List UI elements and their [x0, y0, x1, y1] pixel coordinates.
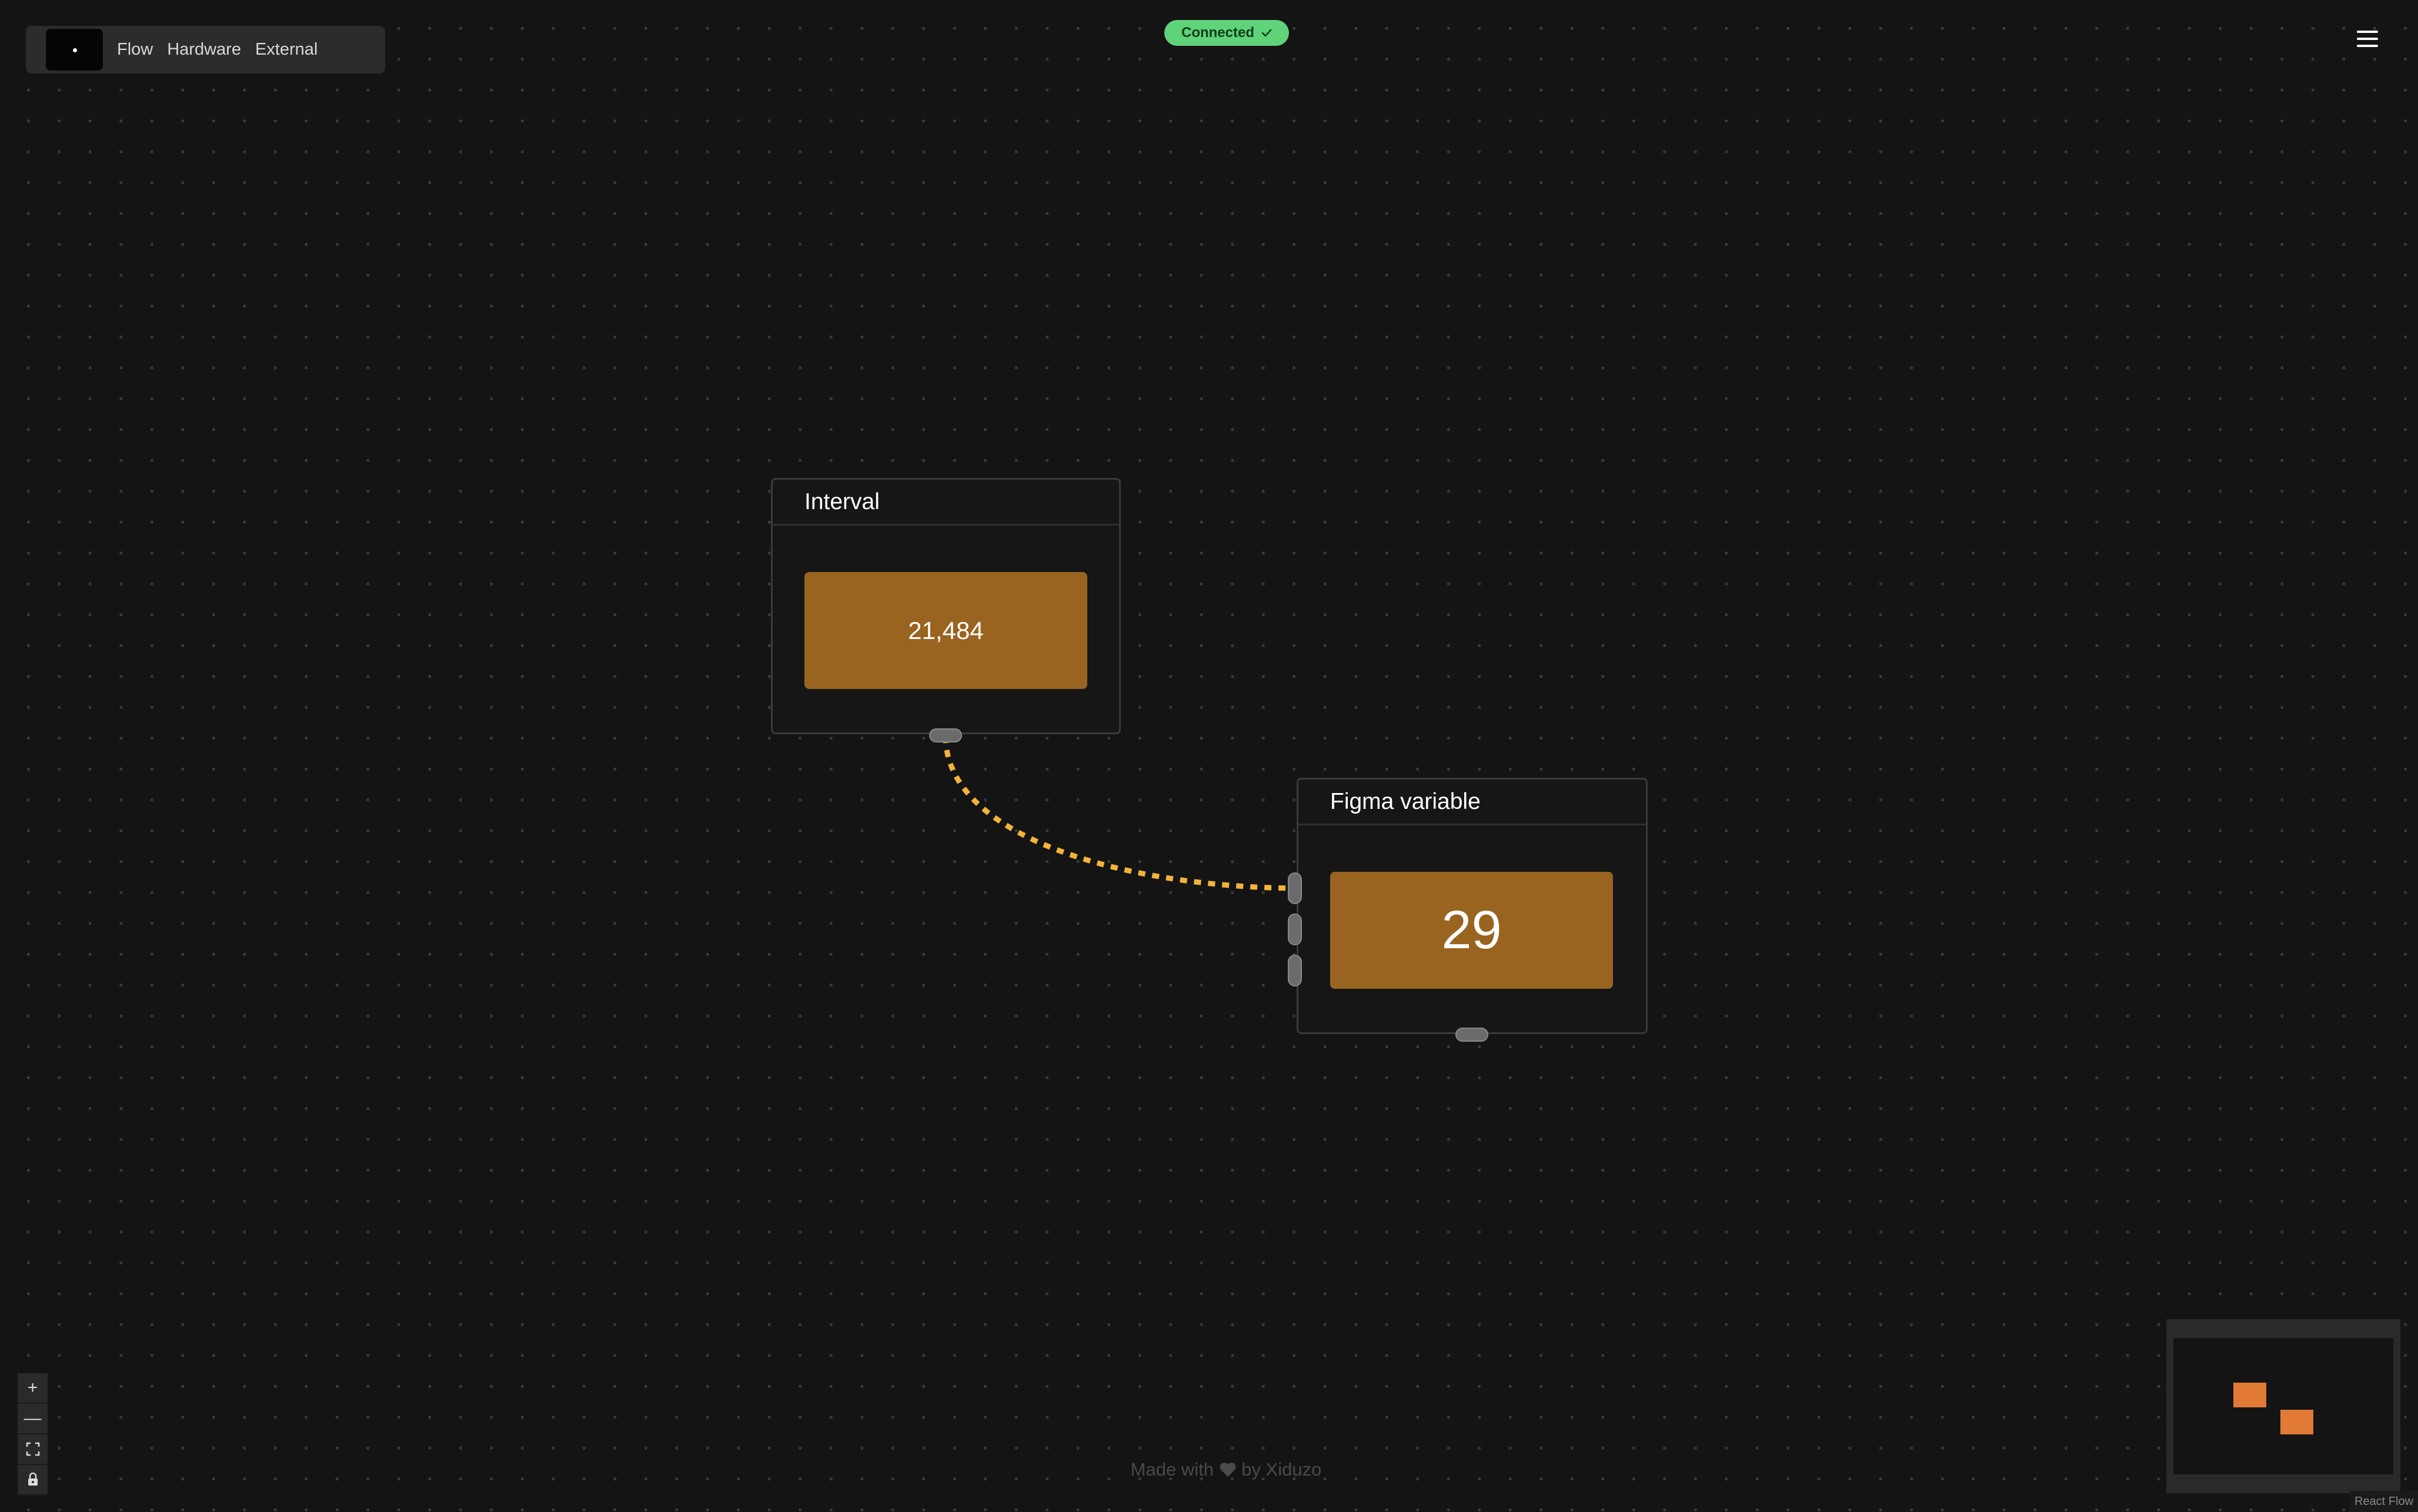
zoom-out-button[interactable]: — — [18, 1404, 48, 1434]
node-title: Interval — [773, 480, 1119, 526]
minimap-node — [2280, 1410, 2313, 1434]
zoom-controls: + — — [18, 1373, 48, 1496]
minimap-viewport — [2173, 1338, 2393, 1474]
minimap-node — [2233, 1383, 2266, 1407]
interval-value: 21,484 — [804, 572, 1087, 689]
fit-view-icon — [26, 1442, 39, 1456]
react-flow-attribution[interactable]: React Flow — [2350, 1491, 2418, 1512]
interval-output-handle[interactable] — [929, 728, 962, 742]
footer-credit: Made with by Xiduzo — [1130, 1459, 1322, 1480]
connection-edge[interactable] — [0, 0, 2418, 1512]
figma-input-handle-2[interactable] — [1288, 914, 1302, 945]
figma-input-handle-3[interactable] — [1288, 955, 1302, 986]
figma-variable-node[interactable]: Figma variable 29 — [1297, 778, 1648, 1034]
interval-node[interactable]: Interval 21,484 — [771, 478, 1121, 734]
figma-variable-value: 29 — [1330, 872, 1613, 989]
heart-icon — [1220, 1463, 1236, 1477]
node-title: Figma variable — [1298, 780, 1646, 825]
fit-view-button[interactable] — [18, 1434, 48, 1465]
zoom-in-button[interactable]: + — [18, 1373, 48, 1404]
minimap[interactable] — [2166, 1319, 2400, 1493]
lock-button[interactable] — [18, 1465, 48, 1496]
figma-input-handle-1[interactable] — [1288, 872, 1302, 904]
lock-icon — [28, 1473, 38, 1486]
figma-output-handle[interactable] — [1455, 1028, 1488, 1042]
